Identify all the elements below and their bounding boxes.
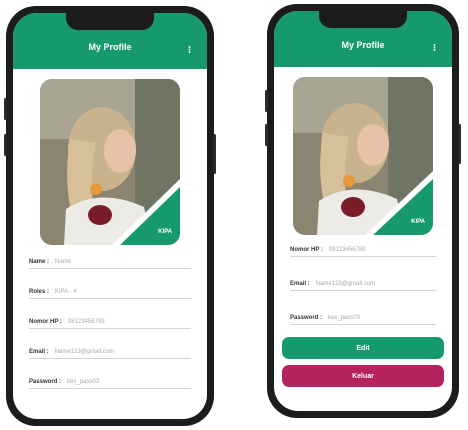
phone-frame-left: My Profile ⁝ KIPA Name : Name Roles: KI… (4, 6, 216, 426)
volume-button (265, 124, 268, 146)
phone-number-field[interactable]: Nomor HP : 08123456789 (29, 319, 191, 329)
field-label: Roles : (29, 289, 50, 295)
phone-screen-left: My Profile ⁝ KIPA Name : Name Roles: KI… (13, 13, 207, 419)
name-field[interactable]: Name : Name (29, 259, 191, 269)
password-field[interactable]: Password : kes_pass03 (290, 315, 436, 325)
field-label: Email : (290, 281, 310, 287)
field-value: Name123@gmail.com (315, 281, 376, 287)
profile-photo: KIPA (40, 79, 180, 245)
profile-fields: Nomor HP : 08123456789 Email : Name123@g… (274, 247, 452, 325)
power-button (458, 124, 461, 164)
field-value: 08123456789 (328, 247, 366, 253)
phone-notch (319, 11, 407, 28)
page-title: My Profile (341, 40, 385, 50)
field-value: kes_pass03 (328, 315, 361, 321)
field-value: KIPA - X (55, 289, 78, 295)
phone-frame-right: My Profile ⁝ KIPA Nomor HP : 08123456789… (265, 4, 461, 418)
logout-button[interactable]: Keluar (282, 365, 444, 387)
phone-notch (66, 13, 154, 30)
volume-button (265, 90, 268, 112)
dots-vertical-icon[interactable]: ⁝ (188, 45, 191, 56)
field-value: Name (55, 259, 72, 265)
page-title: My Profile (88, 42, 132, 52)
profile-fields: Name : Name Roles : KIPA - X Nomor HP : … (13, 259, 207, 389)
field-value: Name123@gmail.com (54, 349, 115, 355)
power-button (213, 134, 216, 174)
dots-vertical-icon[interactable]: ⁝ (433, 43, 436, 54)
password-field[interactable]: Password : kes_pass03 (29, 379, 191, 389)
roles-field[interactable]: Roles : KIPA - X (29, 289, 191, 299)
field-value: kes_pass03 (67, 379, 100, 385)
role-badge: KIPA (411, 219, 425, 225)
profile-photo: KIPA (293, 77, 433, 235)
volume-button (4, 134, 7, 156)
email-field[interactable]: Email : Name123@gmail.com (29, 349, 191, 359)
volume-button (4, 98, 7, 120)
phone-screen-right: My Profile ⁝ KIPA Nomor HP : 08123456789… (274, 11, 452, 411)
field-label: Password : (29, 379, 62, 385)
phone-number-field[interactable]: Nomor HP : 08123456789 (290, 247, 436, 257)
field-label: Password : (290, 315, 323, 321)
email-field[interactable]: Email : Name123@gmail.com (290, 281, 436, 291)
field-value: 08123456789 (67, 319, 105, 325)
edit-button[interactable]: Edit (282, 337, 444, 359)
profile-photo-image (40, 79, 180, 245)
role-badge: KIPA (158, 229, 172, 235)
field-label: Nomor HP : (29, 319, 62, 325)
field-label: Nomor HP : (290, 247, 323, 253)
profile-photo-image (293, 77, 433, 235)
field-label: Email : (29, 349, 49, 355)
field-label: Name : (29, 259, 50, 265)
